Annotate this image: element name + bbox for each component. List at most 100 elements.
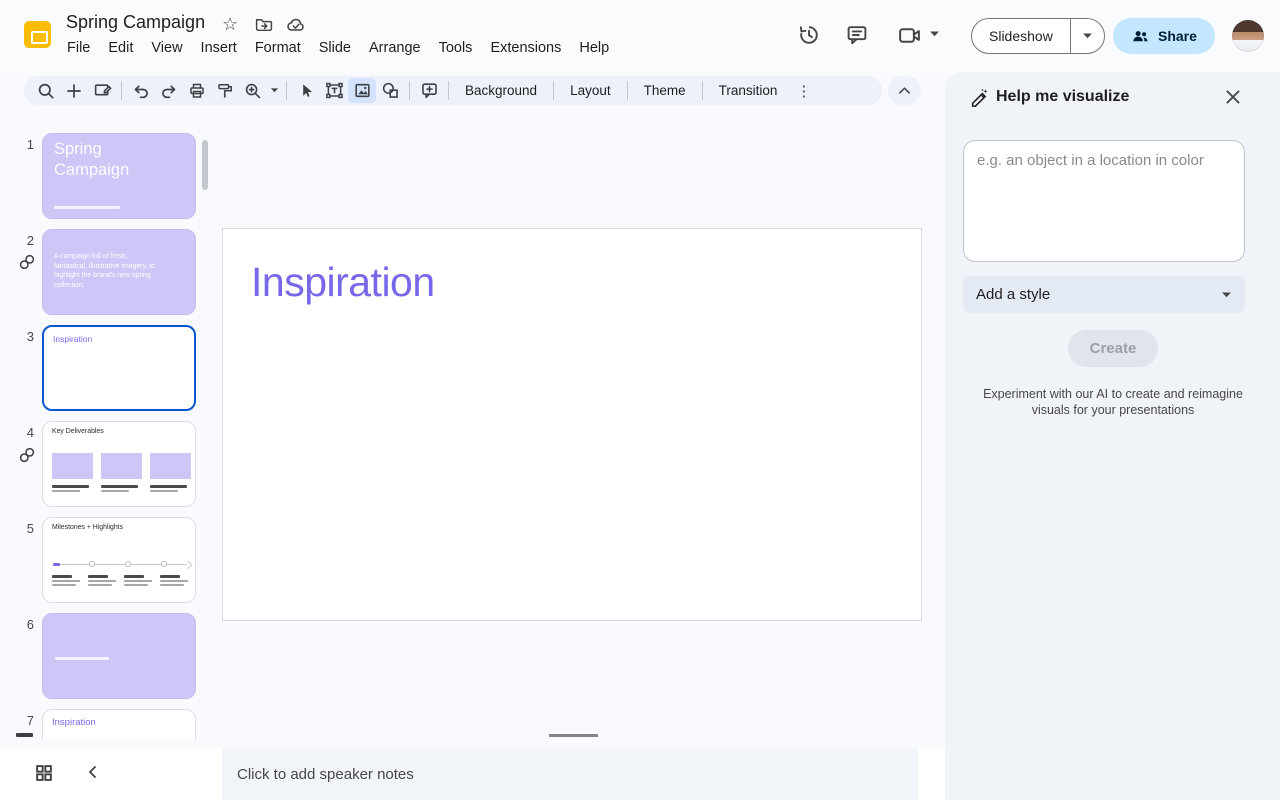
- thumb-title: Key Deliverables: [52, 428, 104, 435]
- filmstrip-scrollbar[interactable]: [202, 140, 208, 190]
- grid-view-icon[interactable]: [34, 763, 54, 783]
- linked-slide-icon: [18, 446, 36, 464]
- slide-canvas[interactable]: Inspiration: [222, 228, 922, 621]
- slide-thumbnail-2[interactable]: A campaign full of fresh, fantastical, i…: [42, 229, 196, 315]
- thumb-text-bar: [101, 485, 138, 488]
- slide-thumbnail-1[interactable]: Spring Campaign: [42, 133, 196, 219]
- move-folder-icon[interactable]: [254, 15, 273, 34]
- slide-thumbnail-4[interactable]: Key Deliverables: [42, 421, 196, 507]
- menu-help[interactable]: Help: [570, 37, 618, 59]
- text-box-icon[interactable]: [320, 78, 348, 103]
- thumb-timeline-arrow: [184, 560, 192, 568]
- print-icon[interactable]: [183, 78, 211, 103]
- linked-slide-icon: [18, 253, 36, 271]
- toolbar-separator: [286, 81, 287, 100]
- slides-app-icon[interactable]: [24, 21, 51, 48]
- thumb-body-text: A campaign full of fresh, fantastical, i…: [54, 252, 158, 290]
- bottom-bar: Click to add speaker notes: [0, 748, 945, 800]
- thumb-timeline-dot: [125, 561, 131, 567]
- menu-extensions[interactable]: Extensions: [481, 37, 570, 59]
- paint-format-icon[interactable]: [211, 78, 239, 103]
- search-menus-icon[interactable]: [32, 78, 60, 103]
- add-comment-icon[interactable]: [415, 78, 443, 103]
- toolbar-separator: [702, 81, 703, 100]
- thumb-text-bar: [160, 584, 184, 586]
- menu-arrange[interactable]: Arrange: [360, 37, 430, 59]
- insert-image-icon[interactable]: [348, 78, 376, 103]
- camera-dropdown-caret-icon[interactable]: [929, 30, 940, 38]
- version-history-icon[interactable]: [797, 23, 821, 47]
- create-button[interactable]: Create: [1068, 330, 1158, 367]
- thumb-text-bar: [150, 485, 187, 488]
- comments-icon[interactable]: [845, 23, 869, 47]
- thumb-text-bar: [52, 490, 80, 492]
- thumb-text-bar: [124, 580, 152, 582]
- undo-icon[interactable]: [127, 78, 155, 103]
- toolbar-separator: [627, 81, 628, 100]
- toolbar-separator: [409, 81, 410, 100]
- account-avatar[interactable]: [1232, 20, 1264, 52]
- add-style-dropdown[interactable]: Add a style: [963, 276, 1245, 313]
- thumb-text-bar: [55, 657, 109, 660]
- menu-edit[interactable]: Edit: [99, 37, 142, 59]
- close-panel-icon[interactable]: [1223, 87, 1243, 107]
- menubar: File Edit View Insert Format Slide Arran…: [58, 37, 618, 59]
- thumb-title: Spring Campaign: [54, 139, 166, 181]
- slide-title-text[interactable]: Inspiration: [251, 259, 435, 306]
- select-tool-icon[interactable]: [292, 78, 320, 103]
- hide-menus-button[interactable]: [888, 76, 921, 105]
- thumb-image-block: [101, 453, 142, 479]
- theme-button[interactable]: Theme: [633, 79, 697, 102]
- menu-format[interactable]: Format: [246, 37, 310, 59]
- new-slide-icon[interactable]: [60, 78, 88, 103]
- thumb-text-bar: [150, 490, 178, 492]
- redo-icon[interactable]: [155, 78, 183, 103]
- menu-slide[interactable]: Slide: [310, 37, 360, 59]
- speaker-notes-input[interactable]: Click to add speaker notes: [222, 748, 918, 800]
- menu-file[interactable]: File: [58, 37, 99, 59]
- slide-number: 1: [0, 137, 34, 152]
- menu-view[interactable]: View: [142, 37, 191, 59]
- slide-edit-icon[interactable]: [88, 78, 116, 103]
- thumb-text-bar: [101, 490, 129, 492]
- thumb-text-bar: [52, 580, 80, 582]
- document-title[interactable]: Spring Campaign: [66, 12, 205, 33]
- slide-thumbnail-5[interactable]: Milestones + Highlights: [42, 517, 196, 603]
- add-style-label: Add a style: [976, 286, 1050, 303]
- thumb-image-block: [150, 453, 191, 479]
- slide-thumbnail-6[interactable]: [42, 613, 196, 699]
- magic-pencil-icon: [969, 87, 990, 108]
- help-me-visualize-panel: Help me visualize Add a style Create Exp…: [945, 72, 1280, 800]
- thumb-timeline-dot: [89, 561, 95, 567]
- menu-tools[interactable]: Tools: [430, 37, 482, 59]
- visualize-prompt-input[interactable]: [963, 140, 1245, 262]
- zoom-icon[interactable]: [239, 78, 267, 103]
- thumb-text-bar: [88, 584, 112, 586]
- cloud-status-icon[interactable]: [286, 15, 306, 35]
- transition-button[interactable]: Transition: [708, 79, 789, 102]
- slide-number: 4: [0, 425, 34, 440]
- thumb-text-bar: [88, 580, 116, 582]
- thumb-title: Inspiration: [53, 334, 92, 344]
- thumb-text-bar: [124, 584, 148, 586]
- menu-insert[interactable]: Insert: [192, 37, 246, 59]
- notes-resize-handle[interactable]: [549, 734, 598, 737]
- background-button[interactable]: Background: [454, 79, 548, 102]
- toolbar: Background Layout Theme Transition ⋮: [24, 76, 882, 105]
- slideshow-button[interactable]: Slideshow: [972, 19, 1071, 53]
- share-button[interactable]: Share: [1113, 18, 1215, 54]
- toolbar-overflow-icon[interactable]: ⋮: [788, 80, 819, 102]
- filmstrip-indicator-bar: [16, 733, 33, 737]
- collapse-filmstrip-icon[interactable]: [84, 763, 102, 781]
- slide-thumbnail-3-selected[interactable]: Inspiration: [42, 325, 196, 411]
- meet-camera-icon[interactable]: [897, 23, 922, 48]
- toolbar-separator: [121, 81, 122, 100]
- zoom-caret-icon[interactable]: [267, 78, 281, 103]
- slideshow-options-caret[interactable]: [1071, 19, 1104, 53]
- slide-number: 7: [0, 713, 34, 728]
- layout-button[interactable]: Layout: [559, 79, 622, 102]
- insert-shape-icon[interactable]: [376, 78, 404, 103]
- slide-thumbnail-7[interactable]: Inspiration: [42, 709, 196, 740]
- thumb-text-bar: [88, 575, 108, 578]
- star-icon[interactable]: ☆: [222, 15, 238, 33]
